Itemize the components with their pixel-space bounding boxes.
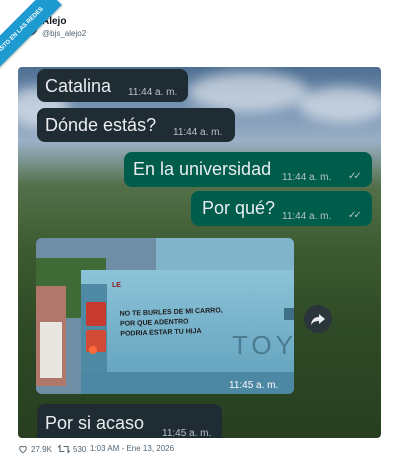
- heart-icon: [19, 445, 27, 454]
- message-time: 11:45 a. m.: [162, 428, 212, 438]
- message-text: Catalina: [45, 76, 112, 96]
- author-handle[interactable]: @bjs_alejo2: [42, 29, 86, 38]
- message-text: Dónde estás?: [45, 115, 157, 135]
- plate-label: LE: [112, 282, 121, 289]
- truck-brand: TOY: [232, 330, 294, 360]
- message-bubble-incoming[interactable]: Dónde estás? 11:44 a. m.: [37, 108, 235, 142]
- like-button[interactable]: 27.9K: [18, 444, 52, 454]
- chat-screenshot: Catalina 11:44 a. m. Dónde estás? 11:44 …: [18, 67, 381, 438]
- retweet-icon: [58, 444, 70, 454]
- message-bubble-incoming[interactable]: Catalina 11:44 a. m.: [37, 69, 188, 102]
- message-text: En la universidad: [133, 159, 272, 179]
- message-bubble-incoming[interactable]: Por si acaso 11:45 a. m.: [37, 404, 222, 438]
- message-time: 11:44 a. m.: [282, 172, 332, 183]
- read-receipt-icon: ✓✓: [348, 210, 362, 221]
- retweet-count: 530: [73, 444, 87, 454]
- message-text: Por si acaso: [45, 413, 145, 433]
- truck-slogan: NO TE BURLES DE MI CARRO, POR QUE ADENTR…: [120, 306, 224, 340]
- message-text: Por qué?: [202, 198, 276, 218]
- message-bubble-outgoing[interactable]: Por qué? 11:44 a. m. ✓✓: [191, 191, 372, 226]
- message-time: 11:44 a. m.: [173, 127, 223, 138]
- message-time: 11:45 a. m.: [229, 380, 279, 391]
- message-time: 11:44 a. m.: [282, 211, 332, 222]
- cloud: [298, 87, 381, 122]
- message-bubble-outgoing[interactable]: En la universidad 11:44 a. m. ✓✓: [124, 152, 372, 187]
- post-timestamp[interactable]: 1:03 AM - Ene 13, 2026: [90, 444, 174, 453]
- read-receipt-icon: ✓✓: [348, 171, 362, 182]
- share-arrow-icon[interactable]: [304, 305, 332, 333]
- message-time: 11:44 a. m.: [128, 87, 178, 98]
- like-count: 27.9K: [31, 444, 52, 454]
- image-message[interactable]: LE NO TE BURLES DE MI CARRO, POR QUE ADE…: [36, 238, 294, 394]
- retweet-button[interactable]: 530: [58, 444, 86, 454]
- cloud: [188, 72, 308, 112]
